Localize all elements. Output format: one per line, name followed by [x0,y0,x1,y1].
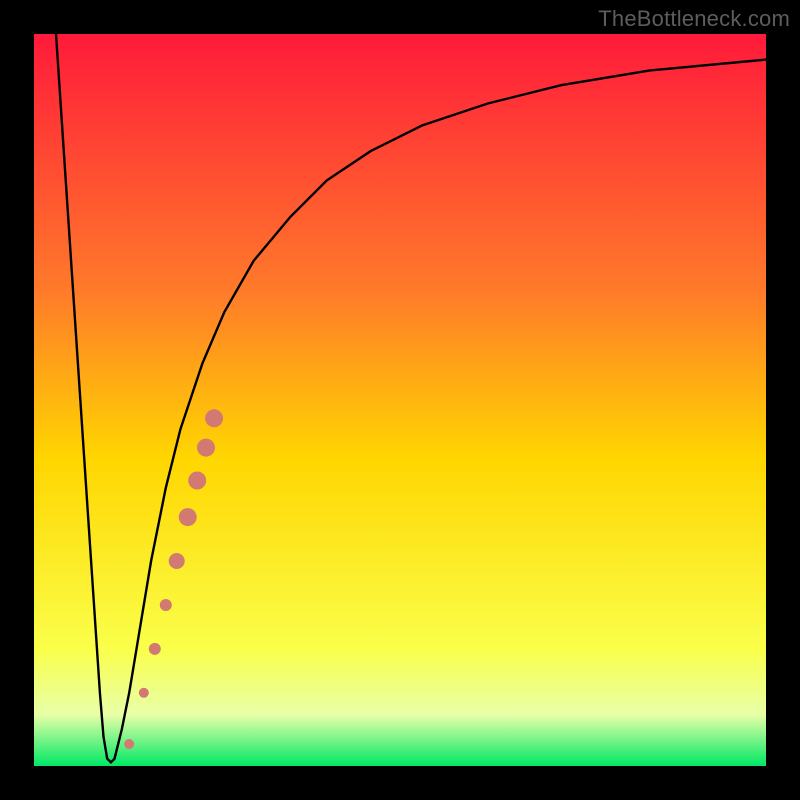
data-dot [179,508,197,526]
gradient-background [34,34,766,766]
data-dot [139,688,149,698]
data-dot [124,739,134,749]
data-dot [169,553,185,569]
outer-frame: TheBottleneck.com [0,0,800,800]
plot-area [34,34,766,766]
watermark-text: TheBottleneck.com [598,6,790,32]
data-dot [197,439,215,457]
data-dot [188,472,206,490]
chart-svg [34,34,766,766]
data-dot [149,643,161,655]
data-dot [205,409,223,427]
data-dot [160,599,172,611]
